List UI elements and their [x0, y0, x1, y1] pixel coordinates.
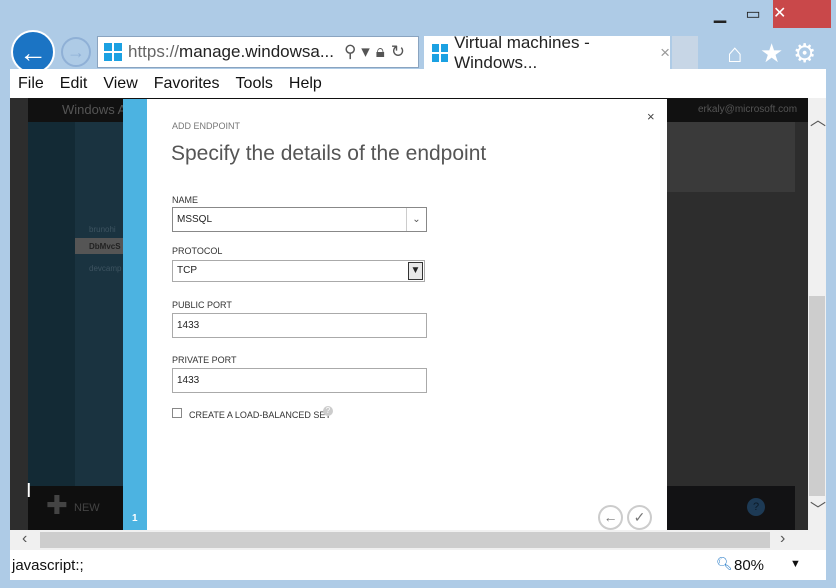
- minimize-button[interactable]: ▁: [710, 4, 730, 26]
- page-content: Windows A erkaly@microsoft.com brunohi D…: [10, 98, 808, 530]
- close-window-button[interactable]: ✕: [773, 0, 831, 28]
- menu-file[interactable]: File: [10, 75, 52, 93]
- scroll-right-icon[interactable]: ›: [780, 530, 785, 548]
- zoom-icon: 🔍︎: [716, 556, 733, 571]
- menu-view[interactable]: View: [95, 75, 145, 93]
- menu-help[interactable]: Help: [281, 75, 330, 93]
- complete-check-button[interactable]: ✓: [627, 505, 652, 530]
- status-text: javascript:;: [12, 557, 84, 574]
- zoom-dropdown-icon[interactable]: ▼: [790, 558, 801, 570]
- add-endpoint-dialog: × ADD ENDPOINT Specify the details of th…: [147, 99, 667, 530]
- home-icon[interactable]: ⌂: [727, 38, 743, 69]
- protocol-value: TCP: [177, 265, 197, 276]
- tab-title: Virtual machines - Windows...: [454, 32, 590, 72]
- portal-nav: [28, 122, 75, 486]
- help-icon[interactable]: ?: [323, 406, 333, 416]
- back-arrow-button[interactable]: ←: [598, 505, 623, 530]
- private-port-label: PRIVATE PORT: [172, 355, 237, 365]
- name-label: NAME: [172, 195, 199, 205]
- wizard-progress-strip: 1: [123, 99, 147, 530]
- tab-close-icon[interactable]: ×: [660, 43, 670, 63]
- portal-brand: Windows A: [62, 102, 127, 117]
- load-balanced-label: CREATE A LOAD-BALANCED SET: [189, 410, 331, 420]
- load-balanced-checkbox[interactable]: [172, 408, 182, 418]
- private-port-value: 1433: [177, 375, 200, 386]
- refresh-icon[interactable]: ↻: [391, 42, 405, 62]
- url-text: https://manage.windowsa...: [128, 42, 335, 61]
- public-port-value: 1433: [177, 320, 200, 331]
- list-item[interactable]: brunohi: [89, 225, 116, 234]
- new-button[interactable]: ✚ NEW: [28, 486, 123, 530]
- gear-icon[interactable]: ⚙: [793, 38, 816, 69]
- scroll-up-icon[interactable]: ︿: [810, 106, 826, 130]
- footer-bar: ?: [667, 486, 795, 530]
- new-tab-button[interactable]: [672, 36, 698, 69]
- list-item-selected[interactable]: DbMvcS: [75, 238, 123, 254]
- tab-favicon: [432, 43, 449, 62]
- lock-icon[interactable]: 🔒︎: [376, 42, 385, 62]
- vertical-scrollbar[interactable]: ︿ ﹀: [808, 98, 826, 530]
- plus-icon: ✚: [46, 490, 68, 520]
- name-value: MSSQL: [177, 214, 213, 225]
- scroll-down-icon[interactable]: ﹀: [810, 496, 826, 520]
- menu-tools[interactable]: Tools: [228, 75, 281, 93]
- private-port-input[interactable]: 1433: [172, 368, 427, 393]
- protocol-select[interactable]: TCP ▼: [172, 260, 425, 282]
- list-item[interactable]: devcamp: [89, 264, 121, 273]
- protocol-label: PROTOCOL: [172, 246, 223, 256]
- forward-button[interactable]: →: [61, 37, 91, 67]
- status-bar: javascript:; 🔍︎ 80% ▼: [10, 550, 826, 580]
- step-number: 1: [132, 513, 138, 524]
- header-panel: [667, 122, 795, 192]
- chevron-down-icon[interactable]: ⌄: [406, 208, 426, 231]
- dialog-title: Specify the details of the endpoint: [171, 142, 487, 165]
- search-icon[interactable]: ⚲ ▾: [344, 42, 370, 62]
- new-label: NEW: [74, 502, 100, 514]
- name-combobox[interactable]: MSSQL ⌄: [172, 207, 427, 232]
- user-email: erkaly@microsoft.com: [698, 104, 798, 115]
- menu-favorites[interactable]: Favorites: [146, 75, 228, 93]
- back-button[interactable]: ←: [11, 30, 55, 74]
- site-icon: [104, 43, 122, 61]
- dialog-close-button[interactable]: ×: [647, 109, 655, 124]
- maximize-button[interactable]: ▭: [742, 4, 764, 26]
- tab-virtual-machines[interactable]: Virtual machines - Windows... ×: [424, 33, 670, 72]
- zoom-level[interactable]: 80%: [734, 557, 764, 574]
- scroll-left-icon[interactable]: ‹: [22, 530, 27, 548]
- horizontal-scrollbar[interactable]: ‹ ›: [10, 530, 826, 550]
- dropdown-arrow-icon[interactable]: ▼: [408, 262, 423, 280]
- menu-bar: File Edit View Favorites Tools Help: [10, 69, 826, 98]
- dialog-section-label: ADD ENDPOINT: [172, 121, 241, 131]
- favorites-star-icon[interactable]: ★: [760, 38, 783, 69]
- public-port-label: PUBLIC PORT: [172, 300, 232, 310]
- portal-list: brunohi DbMvcS devcamp: [75, 122, 123, 486]
- text-cursor-icon: I: [26, 480, 32, 502]
- public-port-input[interactable]: 1433: [172, 313, 427, 338]
- address-bar[interactable]: https://manage.windowsa... ⚲ ▾ 🔒︎ ↻: [97, 36, 419, 68]
- vertical-scroll-thumb[interactable]: [809, 296, 825, 496]
- help-icon[interactable]: ?: [747, 498, 765, 516]
- menu-edit[interactable]: Edit: [52, 75, 96, 93]
- horizontal-scroll-thumb[interactable]: [40, 532, 770, 548]
